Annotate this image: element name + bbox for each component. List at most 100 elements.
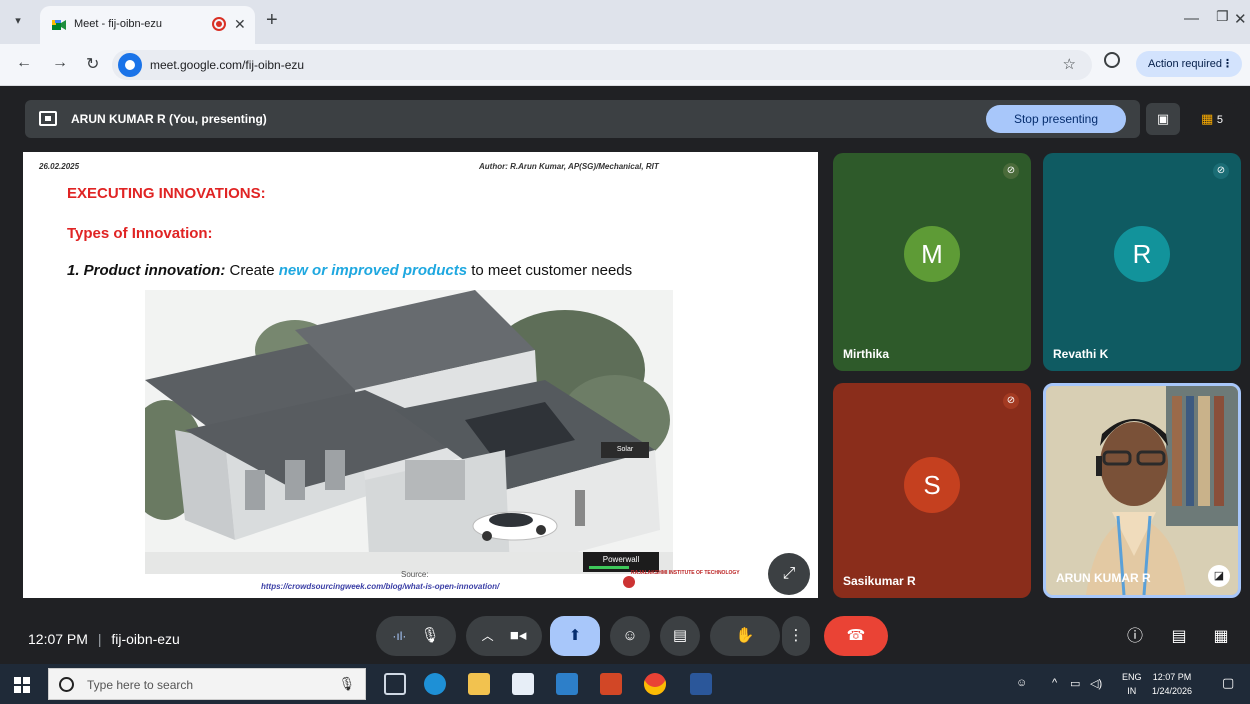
google-lens-icon[interactable] (1104, 52, 1120, 68)
more-vertical-icon: ⋮ (788, 627, 804, 644)
slide-source-link: https://crowdsourcingweek.com/blog/what-… (261, 582, 500, 591)
microphone-control[interactable]: ·ıl· 🎙︎ (376, 616, 456, 656)
back-arrow-icon[interactable]: ← (16, 54, 32, 72)
tray-chevron-up-icon[interactable]: ^ (1052, 677, 1057, 689)
tab-close-icon[interactable]: ✕ (234, 16, 246, 33)
captions-icon: ▤ (672, 627, 688, 644)
file-explorer-icon[interactable] (468, 673, 490, 695)
new-tab-plus-icon[interactable]: + (266, 9, 278, 32)
slide-heading: EXECUTING INNOVATIONS: (67, 185, 266, 202)
task-view-icon[interactable] (384, 673, 406, 695)
network-icon[interactable]: ▭ (1070, 677, 1080, 690)
slide-date: 26.02.2025 (39, 162, 80, 171)
tab-title: Meet - fij-oibn-ezu (74, 18, 163, 30)
slide-bullet: 1. Product innovation: Create new or imp… (67, 262, 632, 279)
meet-favicon-icon (52, 20, 66, 30)
activities-grid-icon[interactable]: ▦ (1210, 626, 1232, 648)
camera-control[interactable]: ︿ ■◂ (466, 616, 542, 656)
taskbar-date: 1/24/2026 (1152, 686, 1193, 696)
present-now-button[interactable]: ⬆ (550, 616, 600, 656)
window-close-icon[interactable]: ✕ (1234, 10, 1247, 28)
slide-subheading: Types of Innovation: (67, 225, 213, 242)
participant-name: Revathi K (1053, 347, 1109, 361)
reactions-button[interactable]: ☺ (610, 616, 650, 656)
taskbar-search-box[interactable]: Type here to search 🎙︎ (48, 668, 366, 700)
search-placeholder: Type here to search (87, 678, 194, 692)
house-drawing (145, 290, 673, 574)
forward-arrow-icon[interactable]: → (52, 54, 68, 72)
avatar: M (904, 226, 960, 282)
taskbar-clock[interactable]: 12:07 PM 1/24/2026 (1152, 670, 1192, 698)
avatar: S (904, 457, 960, 513)
raise-hand-button[interactable]: ✋ (710, 616, 780, 656)
taskbar-time: 12:07 PM (1152, 672, 1192, 682)
institute-name: RAJALAKSHMI INSTITUTE OF TECHNOLOGY (631, 570, 740, 576)
grid-apps-icon: ▦ (1200, 111, 1214, 126)
bullet-prefix: 1. Product innovation: (67, 262, 226, 279)
video-camera-icon: ■◂ (509, 627, 527, 644)
microphone-icon[interactable]: 🎙︎ (338, 676, 355, 692)
address-bar[interactable]: meet.google.com/fij-oibn-ezu ☆ (112, 50, 1092, 80)
meeting-time-and-code: 12:07 PM | fij-oibn-ezu (28, 631, 180, 647)
word-icon[interactable] (690, 673, 712, 695)
presented-slide: 26.02.2025 Author: R.Arun Kumar, AP(SG)/… (23, 152, 818, 598)
region-code: IN (1127, 686, 1137, 696)
meeting-time: 12:07 PM (28, 631, 88, 647)
microphone-icon: 🎙︎ (420, 627, 440, 644)
edge-browser-icon[interactable] (424, 673, 446, 695)
cortana-search-icon (59, 677, 74, 692)
bullet-text-2: to meet customer needs (467, 262, 633, 279)
powerwall-text: Powerwall (602, 555, 640, 564)
emoji-smile-icon: ☺ (622, 627, 638, 644)
self-video-feed (1046, 386, 1238, 595)
fullscreen-expand-icon[interactable]: ⤢ (768, 553, 810, 595)
site-info-icon[interactable] (118, 53, 142, 77)
participant-tile-sasikumar[interactable]: S Sasikumar R ⊘ (833, 383, 1031, 598)
recording-indicator-icon (212, 17, 226, 31)
minimize-icon[interactable]: — (1184, 10, 1199, 27)
participants-grid-button[interactable]: ▦ 5 (1186, 103, 1238, 135)
chrome-icon[interactable] (644, 673, 666, 695)
chat-icon[interactable]: ▤ (1168, 626, 1190, 648)
presenter-label: ARUN KUMAR R (You, presenting) (71, 112, 267, 126)
bullet-highlight: new or improved products (278, 262, 468, 279)
mic-off-icon: ⊘ (1213, 163, 1229, 179)
notifications-icon[interactable]: ▢ (1222, 675, 1234, 691)
restore-icon[interactable]: ❐ (1216, 8, 1229, 25)
windows-start-icon[interactable] (14, 677, 30, 693)
browser-toolbar: ← → ↻ meet.google.com/fij-oibn-ezu ☆ (0, 44, 1250, 86)
url-text: meet.google.com/fij-oibn-ezu (150, 58, 305, 72)
bookmark-star-icon[interactable]: ☆ (1063, 55, 1076, 73)
camera-off-icon[interactable]: ▣ (1146, 103, 1180, 135)
participant-tile-revathi[interactable]: R Revathi K ⊘ (1043, 153, 1241, 371)
participant-name: ARUN KUMAR R (1056, 571, 1151, 585)
presenting-bar: ARUN KUMAR R (You, presenting) Stop pres… (25, 100, 1140, 138)
browser-tab-meet[interactable]: Meet - fij-oibn-ezu ✕ (40, 6, 255, 44)
leave-call-button[interactable]: ☎ (824, 616, 888, 656)
browser-tab-bar: ▾ Meet - fij-oibn-ezu ✕ + — ❐ ✕ (0, 0, 1250, 44)
language-code: ENG (1122, 672, 1142, 682)
mail-icon[interactable] (556, 673, 578, 695)
action-required-button[interactable]: Action required ⋮ (1136, 51, 1242, 77)
powerpoint-icon[interactable] (600, 673, 622, 695)
stop-presenting-button[interactable]: Stop presenting (986, 105, 1126, 133)
participant-tile-mirthika[interactable]: M Mirthika ⊘ (833, 153, 1031, 371)
slide-author: Author: R.Arun Kumar, AP(SG)/Mechanical,… (479, 162, 659, 171)
mic-off-icon: ⊘ (1003, 163, 1019, 179)
present-screen-icon (39, 111, 57, 126)
volume-icon[interactable]: ◁) (1090, 677, 1102, 690)
participant-tile-self[interactable]: ARUN KUMAR R ◪ (1043, 383, 1241, 598)
reload-icon[interactable]: ↻ (86, 54, 99, 74)
participant-name: Sasikumar R (843, 574, 916, 588)
captions-button[interactable]: ▤ (660, 616, 700, 656)
more-options-button[interactable]: ⋮ (782, 616, 810, 656)
meeting-info-icon[interactable]: ⓘ (1124, 626, 1146, 648)
language-indicator[interactable]: ENG IN (1122, 670, 1142, 698)
meeting-code: fij-oibn-ezu (111, 631, 180, 647)
people-icon[interactable]: ☺ (1016, 677, 1027, 689)
house-illustration: Solar Powerwall (145, 290, 673, 574)
self-view-options-icon[interactable]: ◪ (1208, 565, 1230, 587)
tab-search-chevron-icon[interactable]: ▾ (8, 11, 28, 31)
raise-hand-icon: ✋ (735, 627, 755, 644)
store-icon[interactable] (512, 673, 534, 695)
